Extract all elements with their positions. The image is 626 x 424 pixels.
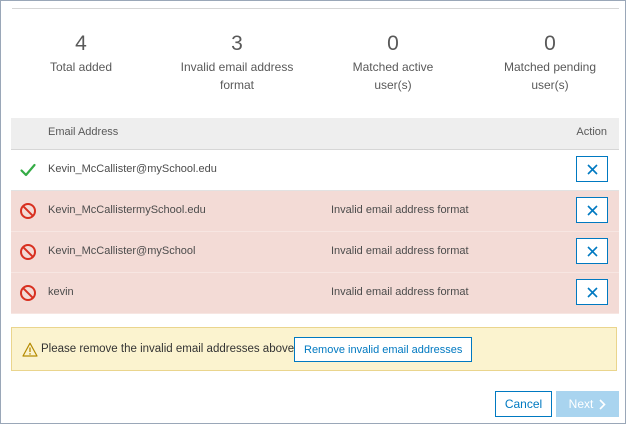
next-button[interactable]: Next <box>556 391 619 417</box>
table-row: Kevin_McCallister@mySchool.edu <box>11 150 619 191</box>
column-header-email: Email Address <box>48 126 119 138</box>
warning-banner: Please remove the invalid email addresse… <box>11 327 617 371</box>
remove-row-button[interactable] <box>576 238 608 264</box>
next-button-label: Next <box>568 397 594 411</box>
prohibited-icon <box>20 285 36 301</box>
email-value: Kevin_McCallister@mySchool.edu <box>48 163 217 175</box>
stat-label: Invalid email address format <box>180 60 294 92</box>
remove-row-button[interactable] <box>576 279 608 305</box>
error-message: Invalid email address format <box>331 245 469 257</box>
stat-matched-active: 0 Matched active user(s) <box>318 31 468 94</box>
warning-icon <box>22 342 38 357</box>
column-header-action: Action <box>576 126 607 138</box>
close-icon <box>586 204 598 216</box>
stat-label: Matched active user(s) <box>352 60 434 92</box>
stat-invalid-format: 3 Invalid email address format <box>162 31 312 94</box>
stat-value: 4 <box>75 32 87 55</box>
remove-row-button[interactable] <box>576 156 608 182</box>
email-value: Kevin_McCallister@mySchool <box>48 245 196 257</box>
stat-total-added: 4 Total added <box>6 31 156 76</box>
stat-label: Total added <box>49 60 113 74</box>
chevron-right-icon <box>599 398 606 410</box>
stat-label: Matched pending user(s) <box>503 60 597 92</box>
remove-invalid-emails-button[interactable]: Remove invalid email addresses <box>294 337 473 362</box>
email-value: Kevin_McCallistermySchool.edu <box>48 204 206 216</box>
error-message: Invalid email address format <box>331 204 469 216</box>
stat-value: 0 <box>387 32 399 55</box>
stat-matched-pending: 0 Matched pending user(s) <box>475 31 625 94</box>
close-icon <box>586 245 598 257</box>
stat-value: 3 <box>231 32 243 55</box>
table-row: Kevin_McCallistermySchool.edu Invalid em… <box>11 191 619 232</box>
prohibited-icon <box>20 203 36 219</box>
close-icon <box>586 163 598 175</box>
remove-row-button[interactable] <box>576 197 608 223</box>
prohibited-icon <box>20 244 36 260</box>
table-row: Kevin_McCallister@mySchool Invalid email… <box>11 232 619 273</box>
table-header: Email Address Action <box>11 118 619 150</box>
warning-message: Please remove the invalid email addresse… <box>41 343 298 355</box>
error-message: Invalid email address format <box>331 286 469 298</box>
dialog: 4 Total added 3 Invalid email address fo… <box>0 0 626 424</box>
cancel-button[interactable]: Cancel <box>495 391 552 417</box>
stat-value: 0 <box>544 32 556 55</box>
checkmark-icon <box>20 163 36 177</box>
summary-stats: 4 Total added 3 Invalid email address fo… <box>1 31 626 101</box>
close-icon <box>586 286 598 298</box>
divider <box>12 8 619 9</box>
email-value: kevin <box>48 286 74 298</box>
email-table: Email Address Action Kevin_McCallister@m… <box>11 118 619 314</box>
table-row: kevin Invalid email address format <box>11 273 619 314</box>
